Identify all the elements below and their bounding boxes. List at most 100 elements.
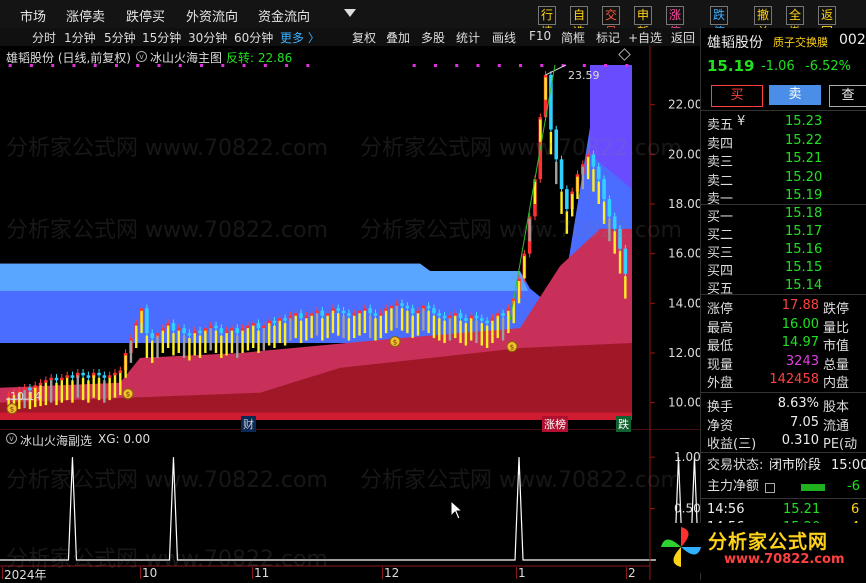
ask-price[interactable]: 15.22 [785,133,822,148]
strength-bar [347,318,351,341]
sub-tick-label: 1.00 [674,450,700,464]
tick-time: 14:56 [707,502,745,517]
main-candlestick-chart[interactable]: $ $ $ $ 10.00 12.00 14.00 16.00 18.00 20.00 22.00 [0,46,700,430]
toolbar-button-2[interactable]: 交易 [602,6,621,39]
sell-button[interactable]: 卖 [769,85,821,105]
period-15min[interactable]: 15分钟 [142,29,181,46]
limit-list-marker[interactable]: 涨榜 [542,416,568,432]
toolbar-button-8[interactable]: 返回 [818,6,837,39]
strength-bar [422,308,425,331]
toolbar-button-4[interactable]: 涨停买 [666,6,685,56]
strength-bar [198,335,202,358]
strength-bar [528,218,531,242]
period-more[interactable]: 更多 〉 [280,29,320,46]
limit-down-marker[interactable]: 跌 [616,416,631,432]
strength-bar [321,318,324,341]
ask-price[interactable]: 15.20 [785,170,822,185]
indicator-settings-icon[interactable]: v [136,51,147,62]
finance-marker[interactable]: 财 [241,416,256,432]
strength-bar [135,325,138,348]
bid-price[interactable]: 15.16 [785,242,822,257]
bid-price[interactable]: 15.14 [785,278,822,293]
tool-draw-line[interactable]: 画线 [492,29,516,46]
strength-bar [267,323,271,346]
sub-indicator-chart[interactable]: 0.50 1.00 [0,430,700,580]
menu-limit-down-buy[interactable]: 跌停买 [126,6,165,25]
candle-body [145,308,149,334]
stat-value: 142458 [769,372,819,387]
candle-body [113,372,117,376]
strength-bar [464,323,468,346]
candle-body [394,303,399,306]
strength-bar [140,310,143,334]
toolbar-button-6[interactable]: 撤单 [754,6,773,39]
sub-indicator-settings-icon[interactable]: v [6,433,17,444]
period-5min[interactable]: 5分钟 [104,29,136,46]
strength-bar [310,315,313,339]
tool-fuquan[interactable]: 复权 [352,29,376,46]
net-flow-expand-icon[interactable] [765,483,775,493]
strength-bar [246,328,250,351]
buy-button[interactable]: 买 [711,85,763,107]
tool-simple-frame[interactable]: 简框 [561,29,585,46]
query-button[interactable]: 查 [829,85,866,107]
main-indicator-name[interactable]: 冰山火海主图 [150,49,222,66]
time-axis-label: 2024年 [4,568,47,582]
bid-label: 买四 [707,264,734,279]
money-bag-icon[interactable]: $ [6,403,18,415]
menu-market[interactable]: 市场 [20,6,46,25]
strength-bar [214,330,218,353]
strength-bar [416,313,420,336]
strength-bar [549,132,553,155]
menu-limit-up-sell[interactable]: 涨停卖 [66,6,105,25]
toolbar-button-0[interactable]: 行情 [538,6,557,39]
tool-add-watchlist[interactable]: +自选 [628,29,662,46]
concept-tag[interactable]: 质子交换膜 [773,34,828,50]
bid-price[interactable]: 15.18 [785,206,822,221]
strength-bar [586,156,590,180]
period-60min[interactable]: 60分钟 [234,29,273,46]
strength-bar [182,335,186,358]
toolbar-button-5[interactable]: 跌停卖 [710,6,729,56]
sub-indicator-name[interactable]: 冰山火海副选 [20,432,92,449]
ask-price[interactable]: 15.23 [785,114,822,129]
tool-statistics[interactable]: 统计 [456,29,480,46]
svg-text:$: $ [10,406,14,414]
strength-bar [305,318,308,341]
candle-body [400,303,404,306]
money-bag-icon[interactable]: $ [122,388,134,400]
tool-mark[interactable]: 标记 [596,29,620,46]
toolbar-button-3[interactable]: 申新 [634,6,653,39]
period-intraday[interactable]: 分时 [32,29,56,46]
signal-dot [582,64,586,67]
time-axis-tick [2,567,3,579]
money-bag-icon[interactable]: $ [506,341,518,353]
strength-bar [608,218,611,242]
strength-bar [161,330,165,353]
strength-bar [592,169,595,192]
svg-text:$: $ [510,344,514,352]
bid-price[interactable]: 15.17 [785,224,822,239]
tool-overlay[interactable]: 叠加 [386,29,410,46]
candle-body [97,372,101,376]
menu-capital-flow[interactable]: 资金流向 [258,6,310,25]
bid-label: 买三 [707,246,734,261]
strength-bar [55,382,58,406]
tool-back[interactable]: 返回 [671,29,695,46]
ask-price[interactable]: 15.19 [785,188,822,203]
toolbar-button-7[interactable]: 全撤 [786,6,805,39]
strength-bar [507,310,510,334]
strength-bar [60,380,64,403]
tool-multi-stock[interactable]: 多股 [421,29,445,46]
ask-price[interactable]: 15.21 [785,151,822,166]
tool-f10[interactable]: F10 [529,29,551,43]
toolbar-button-1[interactable]: 自选 [570,6,589,39]
money-bag-icon[interactable]: $ [389,336,401,348]
candle-body [453,313,458,316]
menu-foreign-flow[interactable]: 外资流向 [186,6,238,25]
menu-dropdown-icon[interactable] [344,9,356,17]
bid-price[interactable]: 15.15 [785,260,822,275]
period-30min[interactable]: 30分钟 [188,29,227,46]
period-1min[interactable]: 1分钟 [64,29,96,46]
candle-body [368,308,372,314]
